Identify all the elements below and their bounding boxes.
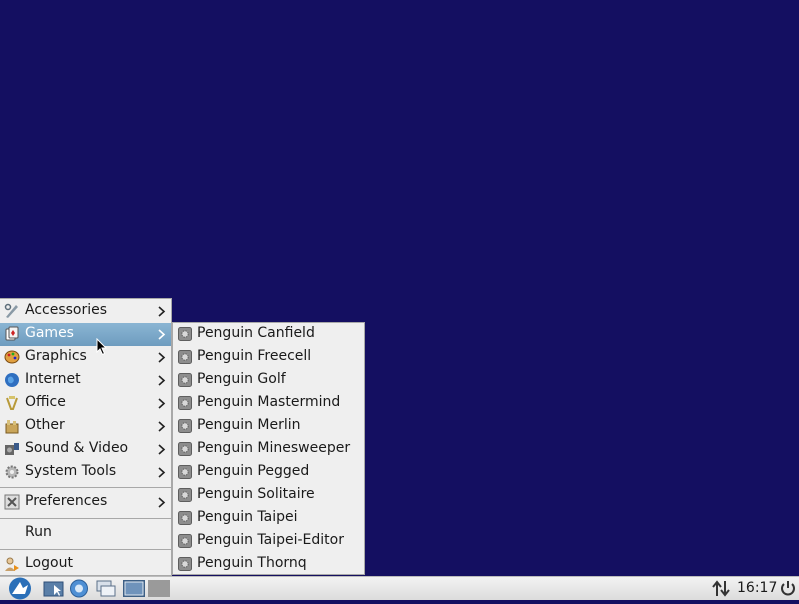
- chevron-right-icon: [158, 375, 166, 386]
- show-desktop-button[interactable]: [93, 577, 117, 600]
- chevron-right-icon: [158, 306, 166, 317]
- menu-item-label: System Tools: [25, 463, 117, 479]
- menu-item-label: Games: [25, 325, 74, 341]
- menu-item-other[interactable]: Other: [0, 415, 171, 438]
- submenu-item-game[interactable]: Penguin Freecell: [173, 346, 364, 369]
- games-icon: [5, 326, 19, 341]
- browser-launcher[interactable]: [67, 577, 91, 600]
- menu-item-system-tools[interactable]: System Tools: [0, 461, 171, 484]
- game-launcher-icon: [178, 534, 192, 548]
- other-icon: [5, 420, 19, 434]
- submenu-item-game[interactable]: Penguin Solitaire: [173, 484, 364, 507]
- submenu-item-game[interactable]: Penguin Minesweeper: [173, 438, 364, 461]
- submenu-item-game[interactable]: Penguin Taipei: [173, 507, 364, 530]
- submenu-item-game[interactable]: Penguin Mastermind: [173, 392, 364, 415]
- submenu-item-game[interactable]: Penguin Merlin: [173, 415, 364, 438]
- menu-item-games[interactable]: Games: [0, 323, 171, 346]
- chevron-right-icon: [158, 329, 166, 340]
- menu-item-label: Other: [25, 417, 65, 433]
- submenu-item-label: Penguin Golf: [197, 371, 286, 387]
- office-icon: [6, 396, 18, 410]
- menu-item-preferences[interactable]: Preferences: [0, 491, 171, 514]
- chevron-right-icon: [158, 497, 166, 508]
- game-launcher-icon: [178, 488, 192, 502]
- submenu-item-label: Penguin Canfield: [197, 325, 315, 341]
- game-launcher-icon: [178, 557, 192, 571]
- submenu-item-game[interactable]: Penguin Canfield: [173, 323, 364, 346]
- lubuntu-logo-icon: [9, 577, 31, 600]
- submenu-item-label: Penguin Merlin: [197, 417, 301, 433]
- menu-item-sound-video[interactable]: Sound & Video: [0, 438, 171, 461]
- accessories-icon: [4, 303, 18, 318]
- games-submenu: Penguin Canfield Penguin Freecell Penguin …: [172, 322, 365, 575]
- chevron-right-icon: [158, 467, 166, 478]
- menu-item-label: Logout: [25, 555, 73, 571]
- application-menu: Accessories Games Graphics Internet Offi…: [0, 298, 172, 576]
- chevron-right-icon: [158, 398, 166, 409]
- network-arrows-icon: [712, 580, 730, 597]
- submenu-item-label: Penguin Mastermind: [197, 394, 341, 410]
- mouse-pointer-icon: [96, 338, 108, 356]
- taskbar: 16:17: [0, 576, 799, 600]
- menu-item-label: Sound & Video: [25, 440, 129, 456]
- menu-separator: [0, 549, 171, 550]
- menu-item-label: Accessories: [25, 302, 108, 318]
- menu-item-label: Graphics: [25, 348, 87, 364]
- game-launcher-icon: [178, 350, 192, 364]
- menu-item-label: Run: [25, 524, 52, 540]
- gear-icon: [5, 465, 19, 479]
- game-launcher-icon: [178, 465, 192, 479]
- graphics-icon: [4, 350, 20, 364]
- game-launcher-icon: [178, 327, 192, 341]
- logout-icon: [5, 557, 19, 571]
- game-launcher-icon: [178, 396, 192, 410]
- chevron-right-icon: [158, 444, 166, 455]
- menu-item-label: Preferences: [25, 493, 108, 509]
- folder-icon: [43, 581, 64, 597]
- game-launcher-icon: [178, 419, 192, 433]
- workspace-icon: [123, 580, 145, 597]
- menu-item-graphics[interactable]: Graphics: [0, 346, 171, 369]
- sound-video-icon: [5, 443, 19, 455]
- preferences-icon: [4, 494, 20, 510]
- browser-icon: [70, 579, 88, 598]
- network-indicator[interactable]: [710, 577, 732, 600]
- menu-item-run[interactable]: Run: [0, 522, 171, 545]
- power-icon: [781, 581, 795, 596]
- submenu-item-label: Penguin Solitaire: [197, 486, 315, 502]
- menu-item-logout[interactable]: Logout: [0, 553, 171, 576]
- menu-item-office[interactable]: Office: [0, 392, 171, 415]
- workspace-2[interactable]: [147, 577, 171, 600]
- internet-icon: [5, 373, 19, 387]
- chevron-right-icon: [158, 421, 166, 432]
- file-manager-launcher[interactable]: [42, 577, 66, 600]
- clock[interactable]: 16:17: [737, 580, 777, 596]
- workspace-icon: [148, 580, 170, 597]
- chevron-right-icon: [158, 352, 166, 363]
- submenu-item-game[interactable]: Penguin Taipei-Editor: [173, 530, 364, 553]
- menu-item-internet[interactable]: Internet: [0, 369, 171, 392]
- submenu-item-game[interactable]: Penguin Golf: [173, 369, 364, 392]
- menu-item-label: Office: [25, 394, 66, 410]
- submenu-item-label: Penguin Pegged: [197, 463, 310, 479]
- game-launcher-icon: [178, 442, 192, 456]
- start-menu-button[interactable]: [3, 577, 37, 600]
- menu-separator: [0, 518, 171, 519]
- menu-item-label: Internet: [25, 371, 81, 387]
- game-launcher-icon: [178, 511, 192, 525]
- windows-icon: [96, 580, 116, 597]
- submenu-item-label: Penguin Minesweeper: [197, 440, 351, 456]
- workspace-1[interactable]: [122, 577, 146, 600]
- submenu-item-label: Penguin Taipei: [197, 509, 298, 525]
- power-button[interactable]: [778, 577, 798, 600]
- submenu-item-label: Penguin Freecell: [197, 348, 312, 364]
- menu-separator: [0, 487, 171, 488]
- submenu-item-label: Penguin Thornq: [197, 555, 307, 571]
- menu-item-accessories[interactable]: Accessories: [0, 300, 171, 323]
- submenu-item-label: Penguin Taipei-Editor: [197, 532, 344, 548]
- game-launcher-icon: [178, 373, 192, 387]
- submenu-item-game[interactable]: Penguin Pegged: [173, 461, 364, 484]
- submenu-item-game[interactable]: Penguin Thornq: [173, 553, 364, 576]
